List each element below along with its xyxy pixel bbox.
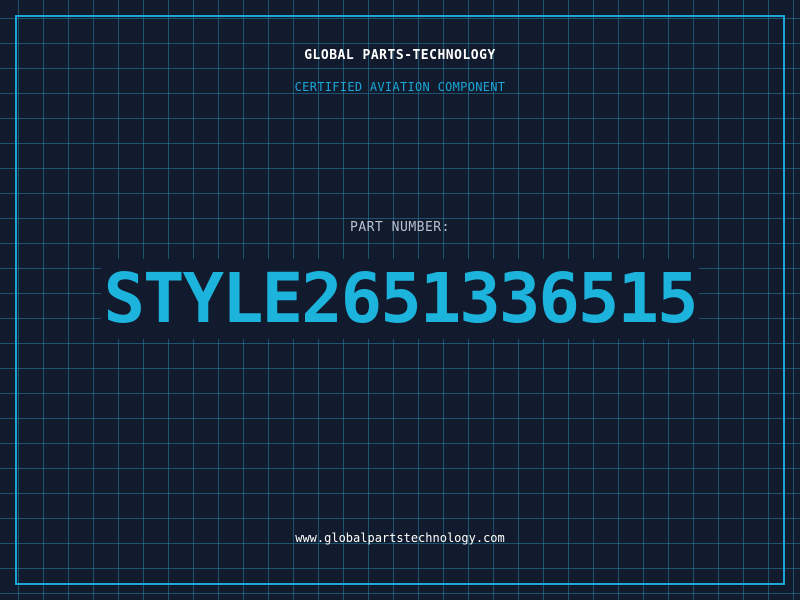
part-number-value: STYLE2651336515 — [101, 259, 699, 339]
part-number-wrapper: STYLE2651336515 — [0, 259, 800, 339]
label-canvas: GLOBAL PARTS-TECHNOLOGY CERTIFIED AVIATI… — [0, 0, 800, 600]
part-number-label: PART NUMBER: — [350, 220, 450, 235]
company-name: GLOBAL PARTS-TECHNOLOGY — [304, 48, 496, 63]
certification-subtitle: CERTIFIED AVIATION COMPONENT — [294, 80, 506, 94]
website-url: www.globalpartstechnology.com — [295, 531, 505, 545]
